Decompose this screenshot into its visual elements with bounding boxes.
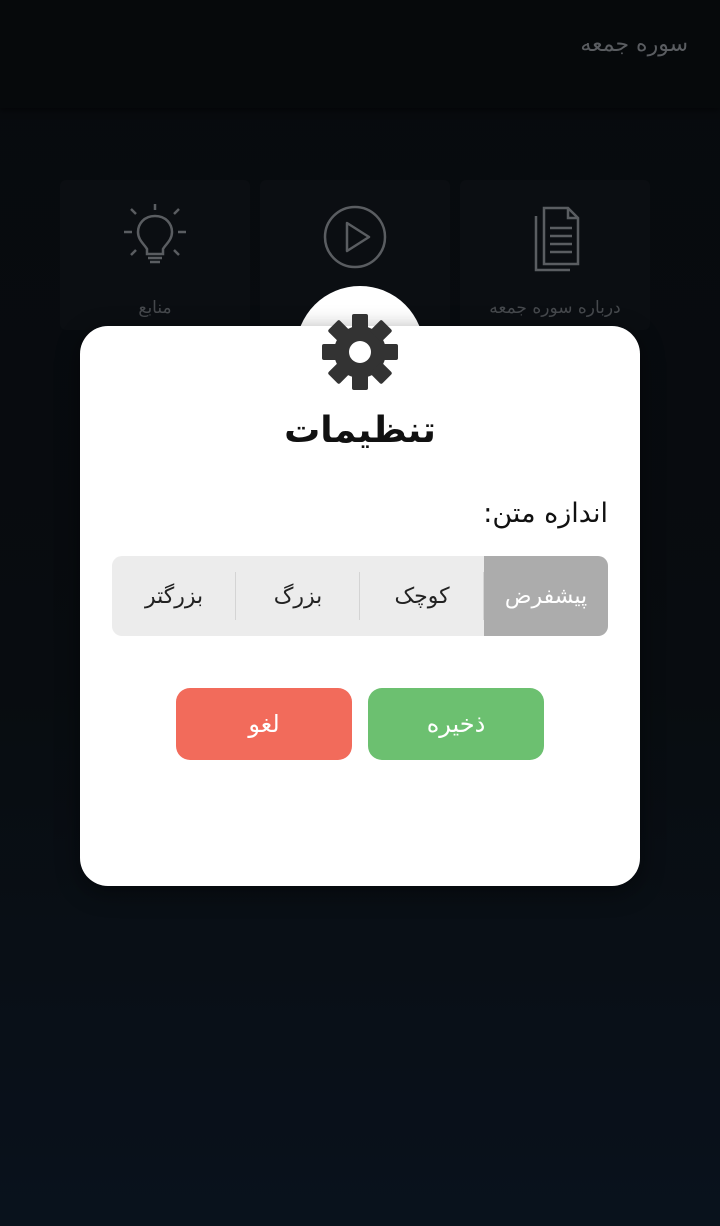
text-size-selector: پیشفرض کوچک بزرگ بزرگتر xyxy=(112,556,608,636)
text-size-option-default[interactable]: پیشفرض xyxy=(484,556,608,636)
cancel-button[interactable]: لغو xyxy=(176,688,352,760)
text-size-option-small[interactable]: کوچک xyxy=(360,556,484,636)
dialog-title: تنظیمات xyxy=(284,410,436,451)
gear-icon xyxy=(322,314,398,390)
text-size-label: اندازه متن: xyxy=(483,498,608,529)
text-size-option-larger[interactable]: بزرگتر xyxy=(112,556,236,636)
save-button[interactable]: ذخیره xyxy=(368,688,544,760)
text-size-option-large[interactable]: بزرگ xyxy=(236,556,360,636)
app-screen: سوره جمعه درباره سوره جمعه منابع تنظیمات… xyxy=(0,0,720,1226)
